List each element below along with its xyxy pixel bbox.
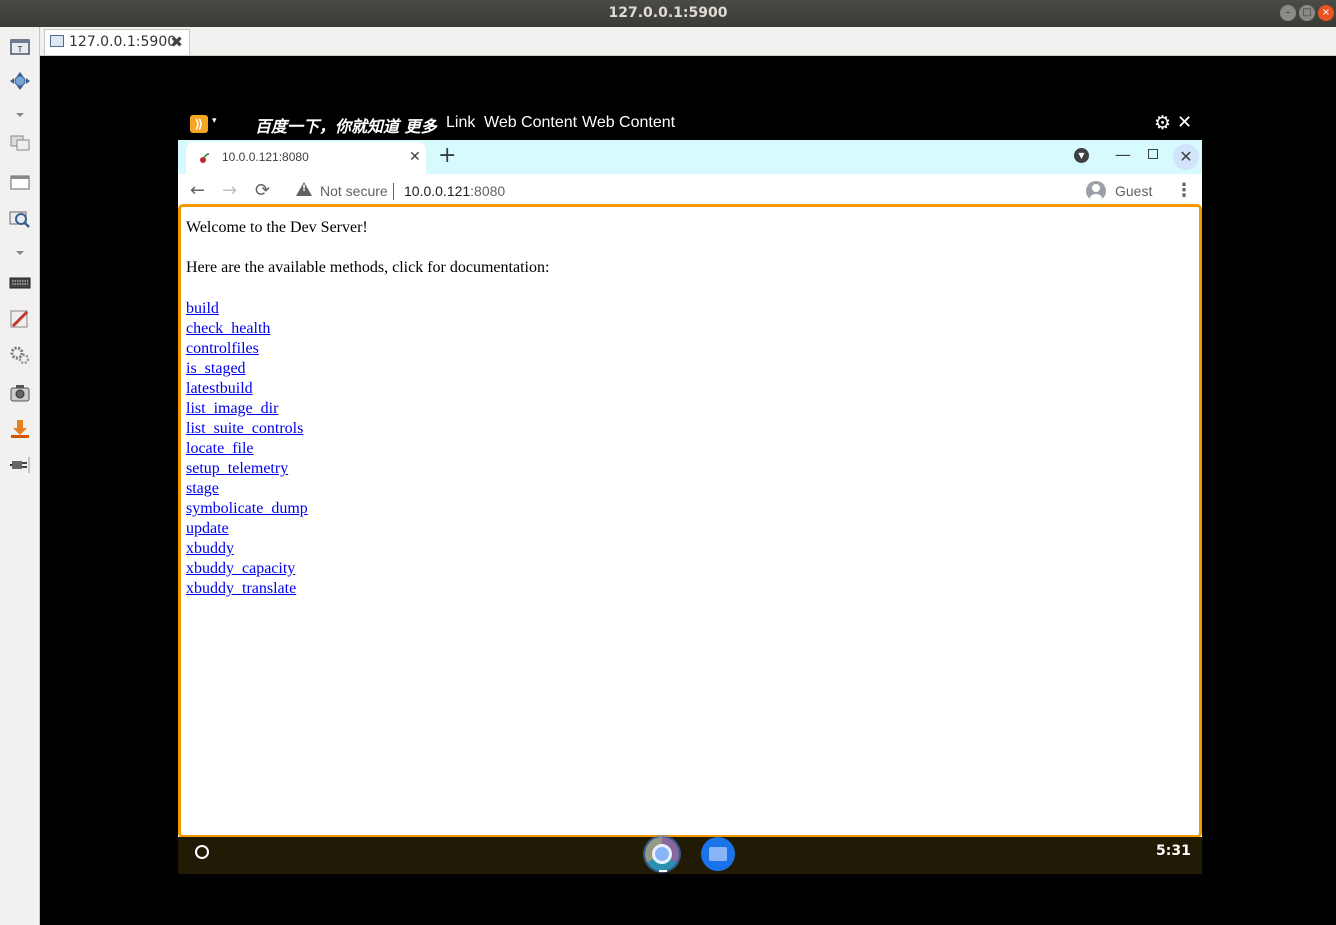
clock[interactable]: 5:31	[1156, 843, 1191, 859]
clone-icon[interactable]	[9, 133, 31, 153]
zoom-icon[interactable]	[9, 209, 31, 229]
settings-icon[interactable]	[9, 345, 31, 365]
intro-text: Here are the available methods, click fo…	[186, 259, 550, 276]
back-button[interactable]: ←	[190, 180, 205, 201]
method-link-stage[interactable]: stage	[186, 479, 549, 499]
menu-item-web-content-2[interactable]: Web Content	[582, 114, 675, 132]
browser-tab-title: 10.0.0.121:8080	[222, 150, 309, 164]
menubar-title: 百度一下，你就知道 更多	[255, 117, 437, 136]
launcher-icon[interactable]	[195, 845, 209, 859]
pen-icon[interactable]	[9, 309, 31, 329]
method-link-xbuddy-capacity[interactable]: xbuddy_capacity	[186, 559, 549, 579]
browser-toolbar: ← → ⟳ Not secure 10.0.0.121:8080 Guest ⋮	[178, 174, 1202, 208]
menu-item-link[interactable]: Link	[446, 114, 475, 132]
new-tab-button[interactable]: +	[438, 143, 456, 168]
profile-label[interactable]: Guest	[1115, 183, 1152, 199]
page-content: Welcome to the Dev Server! Here are the …	[178, 204, 1202, 838]
close-icon[interactable]: ✕	[1177, 112, 1192, 133]
window-titlebar: 127.0.0.1:5900	[0, 0, 1336, 27]
menu-icon[interactable]: ⋮	[1175, 180, 1193, 201]
method-link-is-staged[interactable]: is_staged	[186, 359, 549, 379]
plug-icon[interactable]	[9, 455, 31, 475]
chrome-icon[interactable]	[643, 835, 681, 873]
warning-icon[interactable]	[296, 182, 312, 196]
methods-list: build check_health controlfiles is_staged la…	[186, 299, 549, 599]
chevron-down-icon[interactable]: ▾	[212, 116, 217, 126]
display-icon	[50, 35, 64, 47]
screenshot-icon[interactable]	[9, 383, 31, 403]
method-link-controlfiles[interactable]: controlfiles	[186, 339, 549, 359]
viewer-sidebar: T	[0, 27, 40, 925]
method-link-check-health[interactable]: check_health	[186, 319, 549, 339]
method-link-locate-file[interactable]: locate_file	[186, 439, 549, 459]
keyboard-icon[interactable]	[9, 273, 31, 293]
app-icon[interactable]: ⟫	[190, 115, 208, 133]
reload-button[interactable]: ⟳	[255, 180, 270, 201]
method-link-xbuddy-translate[interactable]: xbuddy_translate	[186, 579, 549, 599]
welcome-text: Welcome to the Dev Server!	[186, 219, 368, 236]
forward-button[interactable]: →	[222, 180, 237, 201]
method-link-list-suite-controls[interactable]: list_suite_controls	[186, 419, 549, 439]
files-icon[interactable]	[701, 837, 735, 871]
favicon-icon	[200, 153, 210, 163]
page-body: Welcome to the Dev Server! Here are the …	[186, 219, 549, 599]
dropdown-icon[interactable]	[9, 105, 31, 125]
window-title: 127.0.0.1:5900	[608, 5, 728, 21]
viewer-tab[interactable]: 127.0.0.1:5900 ✖	[44, 29, 190, 55]
fit-window-icon[interactable]: T	[9, 37, 31, 57]
browser-tabstrip: 10.0.0.121:8080 ✕ + ▼ — ✕	[178, 140, 1202, 174]
omnibox-url[interactable]: 10.0.0.121:8080	[404, 183, 505, 199]
dropdown-icon-2[interactable]	[9, 243, 31, 263]
method-link-latestbuild[interactable]: latestbuild	[186, 379, 549, 399]
download-icon[interactable]	[9, 419, 31, 439]
move-icon[interactable]	[9, 71, 31, 91]
method-link-build[interactable]: build	[186, 299, 549, 319]
url-port: :8080	[470, 183, 506, 199]
security-indicator[interactable]: Not secure	[320, 183, 388, 199]
os-menubar: ⟫ ▾ 百度一下，你就知道 更多 Link Web Content Web Co…	[178, 108, 1202, 140]
browser-restore-button[interactable]	[1148, 149, 1158, 159]
window-maximize-button[interactable]: □	[1299, 5, 1315, 21]
browser-minimize-button[interactable]: —	[1115, 145, 1131, 164]
omnibox-separator	[393, 183, 394, 200]
method-link-setup-telemetry[interactable]: setup_telemetry	[186, 459, 549, 479]
method-link-symbolicate-dump[interactable]: symbolicate_dump	[186, 499, 549, 519]
window-icon[interactable]	[9, 173, 31, 193]
method-link-xbuddy[interactable]: xbuddy	[186, 539, 549, 559]
tab-close-icon[interactable]: ✕	[409, 149, 421, 165]
window-close-button[interactable]: ×	[1318, 5, 1334, 21]
method-link-list-image-dir[interactable]: list_image_dir	[186, 399, 549, 419]
method-link-update[interactable]: update	[186, 519, 549, 539]
window-minimize-button[interactable]: –	[1280, 5, 1296, 21]
os-shelf: 5:31	[178, 835, 1202, 874]
viewer-tab-label: 127.0.0.1:5900	[69, 34, 177, 50]
svg-text:T: T	[17, 45, 23, 54]
menu-item-web-content[interactable]: Web Content	[484, 114, 577, 132]
tab-search-icon[interactable]: ▼	[1074, 148, 1089, 163]
viewer-tab-close-icon[interactable]: ✖	[170, 30, 183, 54]
gear-icon[interactable]: ⚙	[1154, 112, 1171, 134]
browser-window: 10.0.0.121:8080 ✕ + ▼ — ✕ ← → ⟳ Not secu…	[178, 140, 1202, 838]
remote-screen[interactable]: ⟫ ▾ 百度一下，你就知道 更多 Link Web Content Web Co…	[178, 108, 1202, 874]
browser-tab[interactable]: 10.0.0.121:8080 ✕	[186, 142, 426, 174]
viewer-tabbar: 127.0.0.1:5900 ✖	[40, 27, 1336, 56]
avatar[interactable]	[1086, 181, 1106, 201]
browser-close-button[interactable]: ✕	[1173, 144, 1199, 170]
url-host: 10.0.0.121	[404, 183, 471, 199]
active-indicator	[659, 870, 667, 872]
